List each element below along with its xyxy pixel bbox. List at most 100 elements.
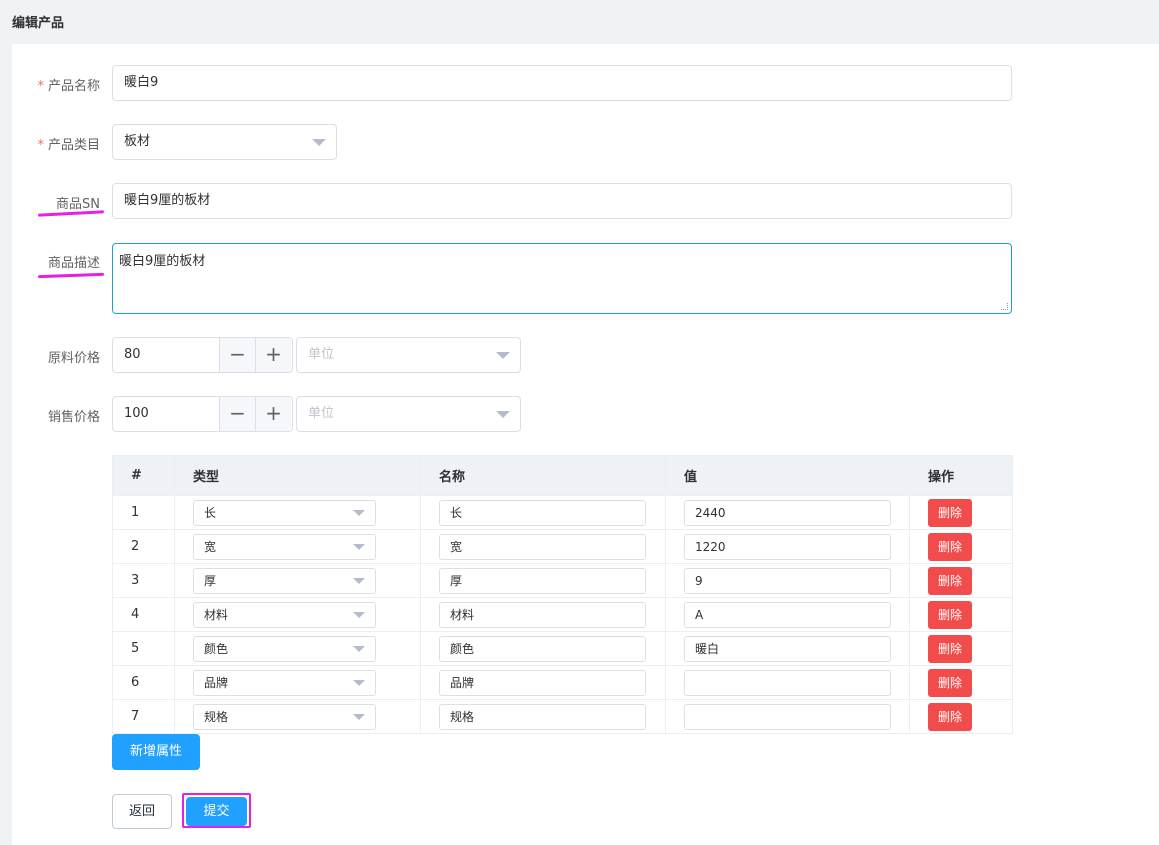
- col-value-header: 值: [665, 455, 910, 496]
- table-row: 2 宽宽 1220 删除: [112, 529, 1013, 564]
- raw-price-plus-button[interactable]: +: [255, 338, 291, 372]
- attributes-table: # 类型 名称 值 操作 1 长长 2440 删除 2 宽宽 1220 删除 3 厚厚 9 删除 4 材料…: [112, 455, 1013, 734]
- row-name-cell: 厚: [420, 563, 666, 598]
- row-type-select[interactable]: 宽: [193, 533, 376, 560]
- delete-button[interactable]: 删除: [928, 668, 972, 697]
- delete-button[interactable]: 删除: [928, 498, 972, 527]
- chevron-down-icon: [353, 679, 365, 686]
- row-name-input[interactable]: 厚: [439, 567, 646, 594]
- description-textarea[interactable]: 暖白9厘的板材: [112, 243, 1012, 314]
- sn-input[interactable]: 暖白9厘的板材: [112, 183, 1012, 219]
- chevron-down-icon: [353, 509, 365, 516]
- table-header-row: # 类型 名称 值 操作: [112, 455, 1013, 496]
- row-index: 3: [112, 563, 175, 598]
- chevron-down-icon: [312, 139, 326, 146]
- row-type-cell: 宽: [174, 529, 421, 564]
- row-action-cell: 删除: [909, 529, 1013, 564]
- row-type-cell: 规格: [174, 699, 421, 734]
- sn-label: 商品SN: [56, 197, 100, 212]
- row-value-cell: 2440: [665, 495, 910, 530]
- row-type-select[interactable]: 长: [193, 499, 376, 526]
- table-row: 6 品牌 品牌 删除: [112, 665, 1013, 700]
- sale-price-value[interactable]: 100: [124, 397, 149, 431]
- sale-price-plus-button[interactable]: +: [255, 397, 291, 431]
- row-type-select[interactable]: 品牌: [193, 669, 376, 696]
- raw-price-minus-button[interactable]: −: [219, 338, 255, 372]
- row-name-input[interactable]: 颜色: [439, 635, 646, 662]
- raw-price-unit-select[interactable]: 单位: [296, 337, 521, 373]
- raw-price-stepper[interactable]: 80 − +: [112, 337, 293, 373]
- row-value-input[interactable]: 2440: [684, 499, 891, 526]
- row-index: 7: [112, 699, 175, 734]
- chevron-down-icon: [353, 713, 365, 720]
- row-type-select[interactable]: 厚: [193, 567, 376, 594]
- row-name-cell: 品牌: [420, 665, 666, 700]
- raw-price-label: 原料价格: [47, 351, 100, 366]
- resize-handle-icon[interactable]: [1001, 303, 1008, 310]
- category-label: * 产品类目: [37, 138, 100, 153]
- raw-price-value[interactable]: 80: [124, 338, 141, 372]
- chevron-down-icon: [496, 352, 510, 359]
- table-row: 3 厚厚 9 删除: [112, 563, 1013, 598]
- row-type-select[interactable]: 材料: [193, 601, 376, 628]
- row-action-cell: 删除: [909, 631, 1013, 666]
- submit-annotation-box: [182, 793, 251, 828]
- row-type-cell: 长: [174, 495, 421, 530]
- row-action-cell: 删除: [909, 699, 1013, 734]
- row-value-input[interactable]: 1220: [684, 533, 891, 560]
- col-type-header: 类型: [174, 455, 421, 496]
- chevron-down-icon: [353, 577, 365, 584]
- sale-price-stepper[interactable]: 100 − +: [112, 396, 293, 432]
- description-label: 商品描述: [47, 256, 100, 271]
- name-label: * 产品名称: [37, 79, 100, 94]
- row-name-cell: 长: [420, 495, 666, 530]
- chevron-down-icon: [353, 543, 365, 550]
- sale-price-minus-button[interactable]: −: [219, 397, 255, 431]
- row-value-input[interactable]: [684, 669, 891, 696]
- product-name-input[interactable]: 暖白9: [112, 65, 1012, 101]
- row-value-cell: 9: [665, 563, 910, 598]
- page-title: 编辑产品: [12, 16, 65, 31]
- chevron-down-icon: [496, 411, 510, 418]
- row-value-input[interactable]: 9: [684, 567, 891, 594]
- delete-button[interactable]: 删除: [928, 702, 972, 731]
- row-value-input[interactable]: A: [684, 601, 891, 628]
- row-value-cell: [665, 665, 910, 700]
- row-value-cell: [665, 699, 910, 734]
- row-index: 5: [112, 631, 175, 666]
- row-name-input[interactable]: 材料: [439, 601, 646, 628]
- row-name-input[interactable]: 宽: [439, 533, 646, 560]
- row-value-input[interactable]: 暖白: [684, 635, 891, 662]
- row-name-input[interactable]: 品牌: [439, 669, 646, 696]
- category-select[interactable]: 板材: [112, 124, 337, 160]
- row-name-cell: 宽: [420, 529, 666, 564]
- add-attribute-button[interactable]: 新增属性: [112, 734, 200, 770]
- row-name-input[interactable]: 长: [439, 499, 646, 526]
- row-value-cell: 暖白: [665, 631, 910, 666]
- row-value-cell: 1220: [665, 529, 910, 564]
- back-button[interactable]: 返回: [112, 794, 172, 829]
- row-index: 6: [112, 665, 175, 700]
- row-name-cell: 规格: [420, 699, 666, 734]
- page-header: 编辑产品: [0, 0, 1159, 44]
- delete-button[interactable]: 删除: [928, 532, 972, 561]
- row-index: 1: [112, 495, 175, 530]
- row-name-cell: 材料: [420, 597, 666, 632]
- row-type-cell: 厚: [174, 563, 421, 598]
- sale-price-unit-select[interactable]: 单位: [296, 396, 521, 432]
- delete-button[interactable]: 删除: [928, 600, 972, 629]
- table-row: 5 颜色 颜色 暖白 删除: [112, 631, 1013, 666]
- row-type-select[interactable]: 颜色: [193, 635, 376, 662]
- table-row: 1 长长 2440 删除: [112, 495, 1013, 530]
- row-type-cell: 材料: [174, 597, 421, 632]
- row-type-select[interactable]: 规格: [193, 703, 376, 730]
- row-value-cell: A: [665, 597, 910, 632]
- table-row: 7 规格 规格 删除: [112, 699, 1013, 734]
- delete-button[interactable]: 删除: [928, 566, 972, 595]
- col-index-header: #: [112, 455, 175, 496]
- delete-button[interactable]: 删除: [928, 634, 972, 663]
- row-name-input[interactable]: 规格: [439, 703, 646, 730]
- row-action-cell: 删除: [909, 665, 1013, 700]
- chevron-down-icon: [353, 611, 365, 618]
- row-value-input[interactable]: [684, 703, 891, 730]
